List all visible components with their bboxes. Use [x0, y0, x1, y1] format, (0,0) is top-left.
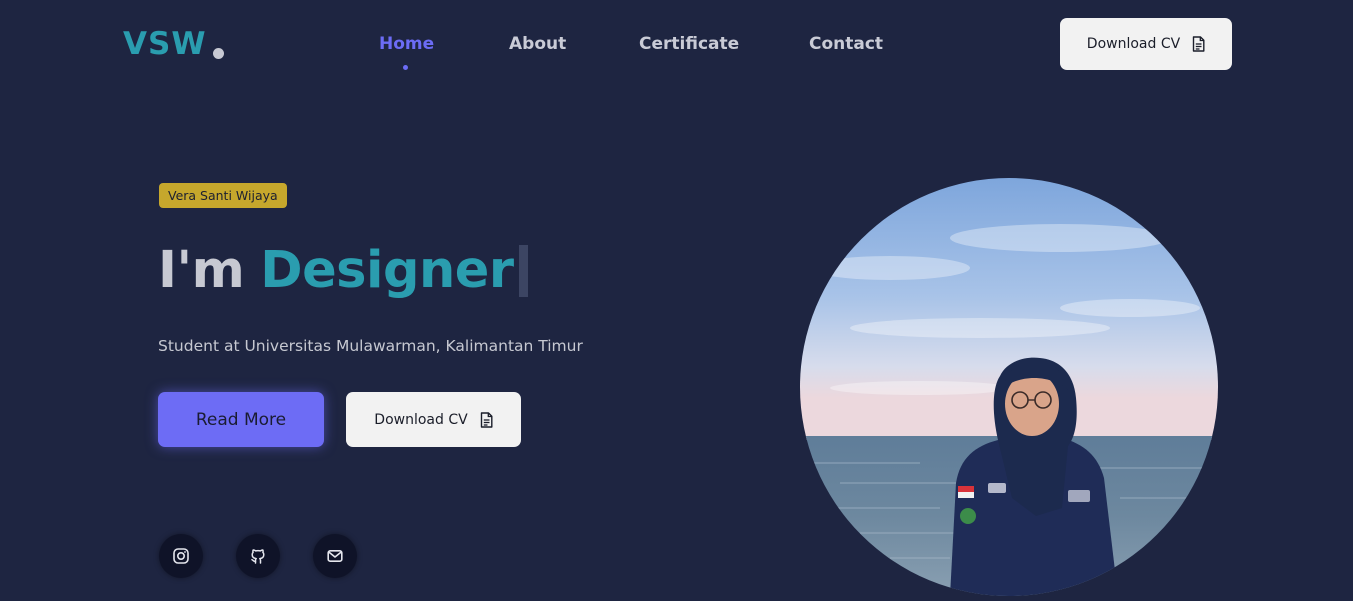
hero-subtitle: Student at Universitas Mulawarman, Kalim…	[158, 337, 583, 355]
headline-prefix: I'm	[158, 241, 245, 300]
nav-link-label: Home	[379, 34, 435, 54]
nav-link-label: About	[509, 34, 567, 54]
site-logo[interactable]: VSW	[123, 24, 224, 64]
file-text-icon	[1192, 36, 1205, 52]
logo-dot	[212, 48, 224, 59]
nav-link-about[interactable]: About	[509, 30, 567, 58]
profile-photo	[800, 178, 1218, 596]
hero-download-cv-button[interactable]: Download CV	[346, 392, 521, 447]
nav-link-certificate[interactable]: Certificate	[639, 30, 739, 58]
nav-link-label: Contact	[809, 34, 884, 54]
mail-icon	[327, 549, 343, 562]
logo-text: VSW	[123, 26, 207, 62]
instagram-link[interactable]	[159, 534, 203, 578]
read-more-button[interactable]: Read More	[158, 392, 324, 447]
portfolio-page: VSW Home About Certificate Contact Downl…	[0, 0, 1353, 601]
typing-cursor	[518, 245, 528, 297]
instagram-icon	[173, 548, 189, 564]
main-nav: Home About Certificate Contact	[379, 30, 883, 70]
mail-link[interactable]	[313, 534, 357, 578]
github-link[interactable]	[236, 534, 280, 578]
file-text-icon	[480, 411, 493, 428]
download-cv-label: Download CV	[1086, 36, 1181, 52]
header-download-cv-button[interactable]: Download CV	[1060, 18, 1232, 70]
name-badge: Vera Santi Wijaya	[159, 183, 287, 208]
headline-role: Designer	[260, 241, 514, 300]
nav-link-contact[interactable]: Contact	[809, 30, 883, 58]
github-icon	[251, 549, 265, 564]
nav-link-home[interactable]: Home	[379, 30, 435, 70]
nav-active-indicator	[403, 65, 408, 70]
nav-link-label: Certificate	[639, 34, 740, 54]
hero-headline: I'm Designer	[158, 236, 528, 306]
download-cv-label: Download CV	[374, 411, 468, 428]
